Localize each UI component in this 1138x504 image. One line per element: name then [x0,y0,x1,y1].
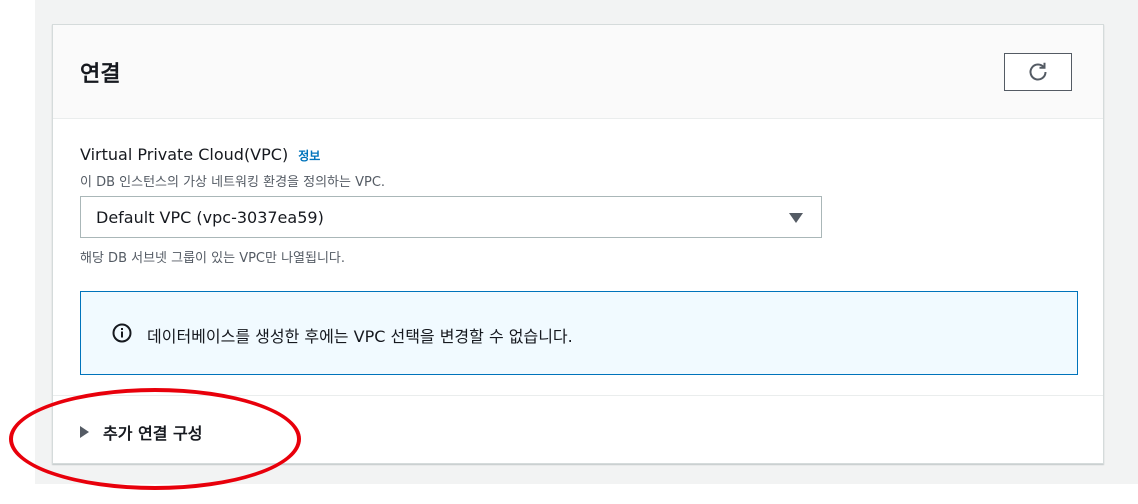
caret-down-icon [789,213,803,223]
additional-config-expander[interactable]: 추가 연결 구성 [80,420,202,444]
caret-right-icon [80,426,89,438]
vpc-label-text: Virtual Private Cloud(VPC) [80,145,289,164]
alert-message: 데이터베이스를 생성한 후에는 VPC 선택을 변경할 수 없습니다. [147,327,573,346]
refresh-icon [1029,62,1047,81]
info-icon [112,323,132,343]
vpc-select[interactable]: Default VPC (vpc-3037ea59) [80,196,822,238]
vpc-hint: 해당 DB 서브넷 그룹이 있는 VPC만 나열됩니다. [80,251,346,266]
refresh-button[interactable] [1004,53,1072,91]
vpc-description: 이 DB 인스턴스의 가상 네트워킹 환경을 정의하는 VPC. [80,175,386,190]
section-divider [53,395,1103,396]
panel-title: 연결 [80,62,121,87]
panel-header: 연결 [53,25,1103,119]
expander-label: 추가 연결 구성 [103,424,203,443]
info-alert: 데이터베이스를 생성한 후에는 VPC 선택을 변경할 수 없습니다. [80,291,1078,375]
vpc-selected-value: Default VPC (vpc-3037ea59) [96,208,324,227]
vpc-info-link[interactable]: 정보 [298,149,320,163]
vpc-field-label: Virtual Private Cloud(VPC) 정보 [80,145,320,164]
connectivity-panel: 연결 Virtual Private Cloud(VPC) 정보 이 DB 인스턴… [52,24,1104,464]
